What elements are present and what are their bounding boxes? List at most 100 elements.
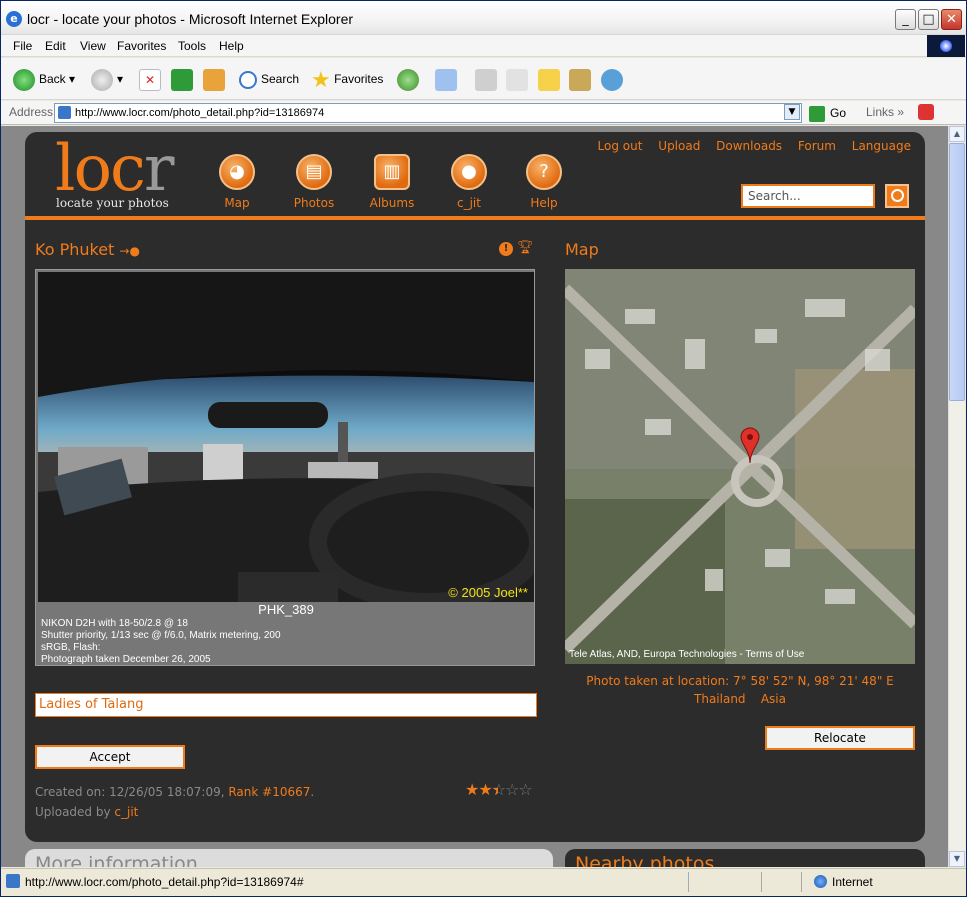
- forward-button[interactable]: ▾: [91, 67, 123, 91]
- status-url: http://www.locr.com/photo_detail.php?id=…: [25, 875, 304, 889]
- nav-user[interactable]: ● c_jit: [437, 154, 501, 210]
- back-button[interactable]: Back ▾: [13, 67, 75, 91]
- photo-title-text: Ko Phuket: [35, 240, 115, 259]
- photo-frame: © 2005 Joel** PHK_389 NIKON D2H with 18-…: [35, 269, 535, 666]
- trophy-icon[interactable]: 🏆︎: [517, 240, 534, 255]
- scroll-thumb[interactable]: [949, 143, 965, 401]
- refresh-icon[interactable]: [171, 69, 193, 91]
- menu-file[interactable]: File: [13, 39, 32, 53]
- magnifier-icon: [239, 70, 257, 89]
- internet-zone: Internet: [814, 875, 873, 889]
- photo-image[interactable]: © 2005 Joel**: [38, 272, 534, 602]
- map-title: Map: [565, 240, 599, 259]
- nav-map-label: Map: [224, 196, 250, 210]
- locr-logo[interactable]: locr: [55, 134, 174, 204]
- history-icon[interactable]: [397, 69, 419, 91]
- scroll-up-icon[interactable]: ▲: [949, 126, 965, 142]
- nav-albums[interactable]: ▥ Albums: [360, 154, 424, 210]
- upload-link[interactable]: Upload: [658, 139, 700, 153]
- home-icon[interactable]: [203, 69, 225, 91]
- photo-scene: © 2005 Joel**: [38, 272, 534, 602]
- page-icon: [6, 874, 20, 888]
- relocate-button[interactable]: Relocate: [765, 726, 915, 750]
- status-divider: [761, 872, 762, 892]
- windows-flag-icon: [927, 35, 965, 57]
- maximize-button[interactable]: □: [918, 9, 939, 30]
- forward-arrow-icon: [91, 68, 113, 91]
- back-label: Back: [39, 72, 66, 86]
- nav-photos[interactable]: ▤ Photos: [282, 154, 346, 210]
- report-icon[interactable]: !: [499, 242, 513, 256]
- back-arrow-icon: [13, 68, 35, 91]
- status-bar: http://www.locr.com/photo_detail.php?id=…: [1, 868, 966, 896]
- caption-input[interactable]: Ladies of Talang: [35, 693, 537, 717]
- goto-map-icon[interactable]: →●: [119, 244, 140, 258]
- close-button[interactable]: ✕: [941, 9, 962, 30]
- print-icon[interactable]: [475, 69, 497, 91]
- favorites-button[interactable]: ★ Favorites: [311, 67, 383, 91]
- uploader-link[interactable]: c_jit: [114, 805, 138, 819]
- photos-icon: ▤: [296, 154, 332, 190]
- rank-link[interactable]: Rank #10667: [228, 785, 310, 799]
- menu-bar: File Edit View Favorites Tools Help: [1, 35, 966, 57]
- rating-stars[interactable]: ★★☆★☆☆: [465, 780, 533, 799]
- exif-line-color: sRGB, Flash:: [41, 642, 101, 653]
- globe-icon: ◕: [219, 154, 255, 190]
- toolbar: Back ▾ ▾ ✕ Search ★ Favorites: [1, 58, 966, 100]
- top-links: Log out Upload Downloads Forum Language: [586, 139, 911, 153]
- map-attribution: Tele Atlas, AND, Europa Technologies - T…: [569, 649, 805, 660]
- pdf-icon[interactable]: [918, 104, 934, 120]
- stop-icon[interactable]: ✕: [139, 69, 161, 91]
- edit-icon[interactable]: [506, 69, 528, 91]
- menu-help[interactable]: Help: [219, 39, 244, 53]
- exif-line-camera: NIKON D2H with 18-50/2.8 @ 18: [41, 618, 188, 629]
- nav-help[interactable]: ? Help: [512, 154, 576, 210]
- menu-edit[interactable]: Edit: [45, 39, 66, 53]
- map-view[interactable]: Tele Atlas, AND, Europa Technologies - T…: [565, 269, 915, 664]
- address-dropdown-icon[interactable]: ▼: [784, 104, 800, 120]
- discuss-icon[interactable]: [538, 69, 560, 91]
- vertical-scrollbar[interactable]: ▲ ▼: [948, 126, 965, 867]
- forum-link[interactable]: Forum: [798, 139, 836, 153]
- nearby-photos-panel: Nearby photos: [565, 849, 925, 867]
- logout-link[interactable]: Log out: [598, 139, 643, 153]
- title-bar: e locr - locate your photos - Microsoft …: [1, 1, 966, 35]
- rank-suffix: .: [310, 785, 315, 799]
- go-button[interactable]: Go: [809, 103, 846, 123]
- site-search-input[interactable]: Search...: [741, 184, 875, 208]
- exif-line-date: Photograph taken December 26, 2005: [41, 654, 211, 665]
- continent-link[interactable]: Asia: [761, 692, 786, 706]
- address-input[interactable]: http://www.locr.com/photo_detail.php?id=…: [54, 103, 802, 123]
- exif-panel: PHK_389 NIKON D2H with 18-50/2.8 @ 18 Sh…: [38, 602, 534, 665]
- menu-view[interactable]: View: [80, 39, 106, 53]
- downloads-link[interactable]: Downloads: [716, 139, 782, 153]
- country-link[interactable]: Thailand: [694, 692, 746, 706]
- satellite-map: Tele Atlas, AND, Europa Technologies - T…: [565, 269, 915, 664]
- status-divider: [688, 872, 689, 892]
- messenger-icon[interactable]: [601, 69, 623, 91]
- site-search-button[interactable]: [885, 184, 909, 208]
- site-header: locr locate your photos ◕ Map ▤ Photos ▥ Al…: [25, 132, 925, 220]
- mail-icon[interactable]: [435, 69, 457, 91]
- links-button[interactable]: Links »: [866, 105, 904, 119]
- nav-map[interactable]: ◕ Map: [205, 154, 269, 210]
- nav-photos-label: Photos: [293, 196, 335, 210]
- address-label: Address: [9, 105, 54, 119]
- album-icon: ▥: [374, 154, 410, 190]
- menu-tools[interactable]: Tools: [178, 39, 206, 53]
- location-caption: Photo taken at location: 7° 58' 52" N, 9…: [565, 672, 915, 708]
- nav-user-label: c_jit: [457, 196, 481, 210]
- menu-favorites[interactable]: Favorites: [117, 39, 166, 53]
- photo-title: Ko Phuket →●: [35, 240, 140, 259]
- search-button[interactable]: Search: [239, 67, 299, 91]
- more-information-title: More information: [35, 853, 198, 867]
- help-icon: ?: [526, 154, 562, 190]
- created-label: Created on: 12/26/05 18:07:09,: [35, 785, 229, 799]
- minimize-button[interactable]: _: [895, 9, 916, 30]
- uploaded-label: Uploaded by: [35, 805, 115, 819]
- accept-button[interactable]: Accept: [35, 745, 185, 769]
- scroll-down-icon[interactable]: ▼: [949, 851, 965, 867]
- photo-filename: PHK_389: [258, 602, 314, 617]
- language-link[interactable]: Language: [852, 139, 911, 153]
- research-icon[interactable]: [569, 69, 591, 91]
